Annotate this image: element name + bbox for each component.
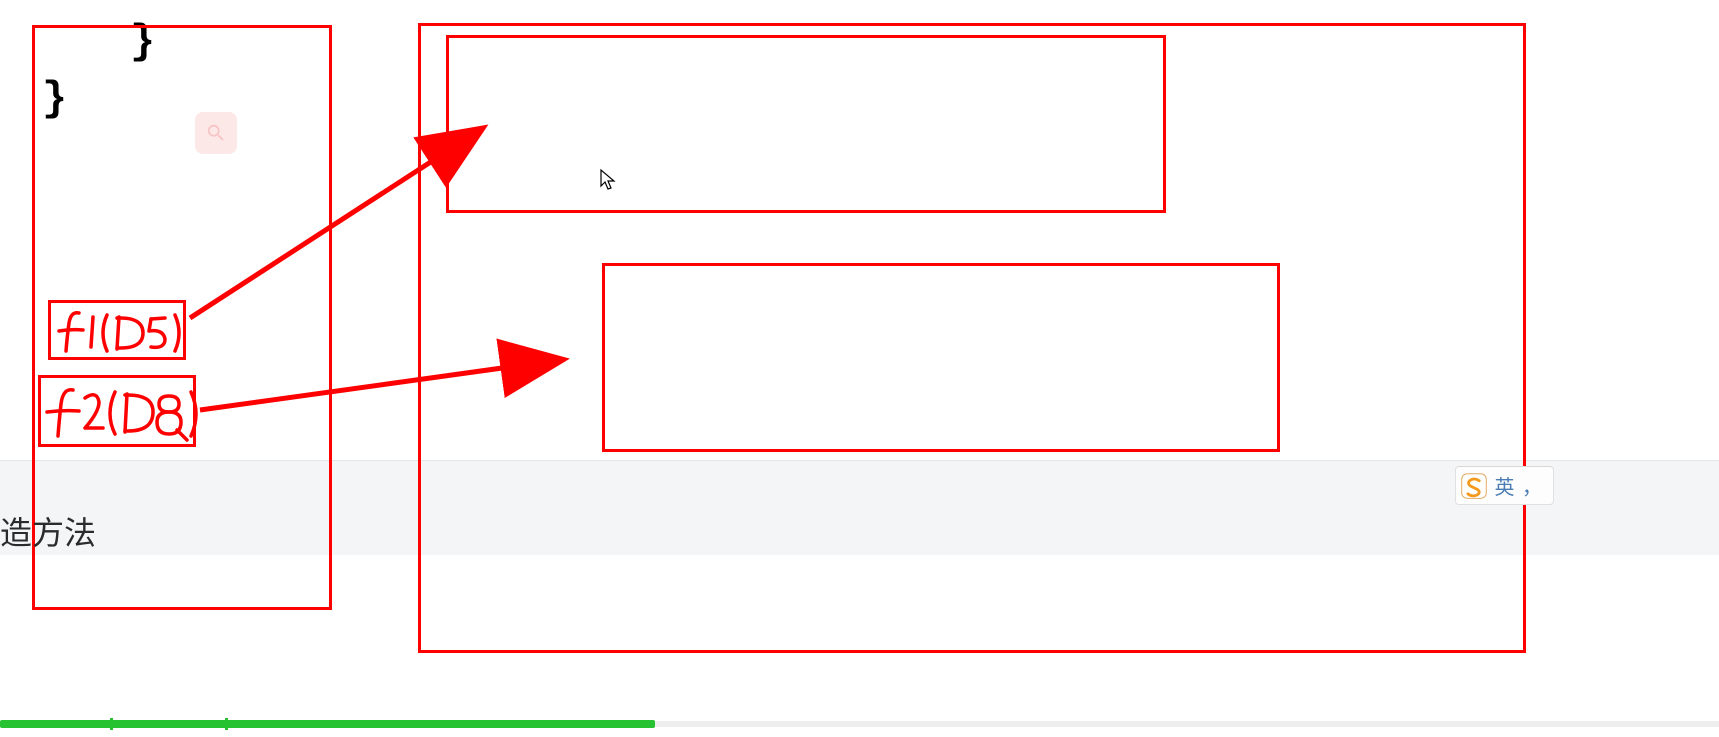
mouse-cursor-icon xyxy=(599,168,617,192)
video-progress-fill xyxy=(0,720,655,728)
slide-footer-text: 造方法 xyxy=(0,508,96,554)
annotation-target-2 xyxy=(602,263,1280,452)
sogou-ime-icon xyxy=(1460,472,1488,500)
video-progress-bar[interactable] xyxy=(0,721,1719,727)
ime-indicator[interactable]: 英 ， xyxy=(1455,466,1554,505)
annotation-source-f2 xyxy=(38,375,196,447)
annotation-target-1 xyxy=(446,35,1166,213)
progress-marker xyxy=(110,718,113,730)
ime-language-label: 英 ， xyxy=(1494,471,1543,500)
annotation-source-f1 xyxy=(48,300,186,360)
progress-marker xyxy=(225,718,228,730)
